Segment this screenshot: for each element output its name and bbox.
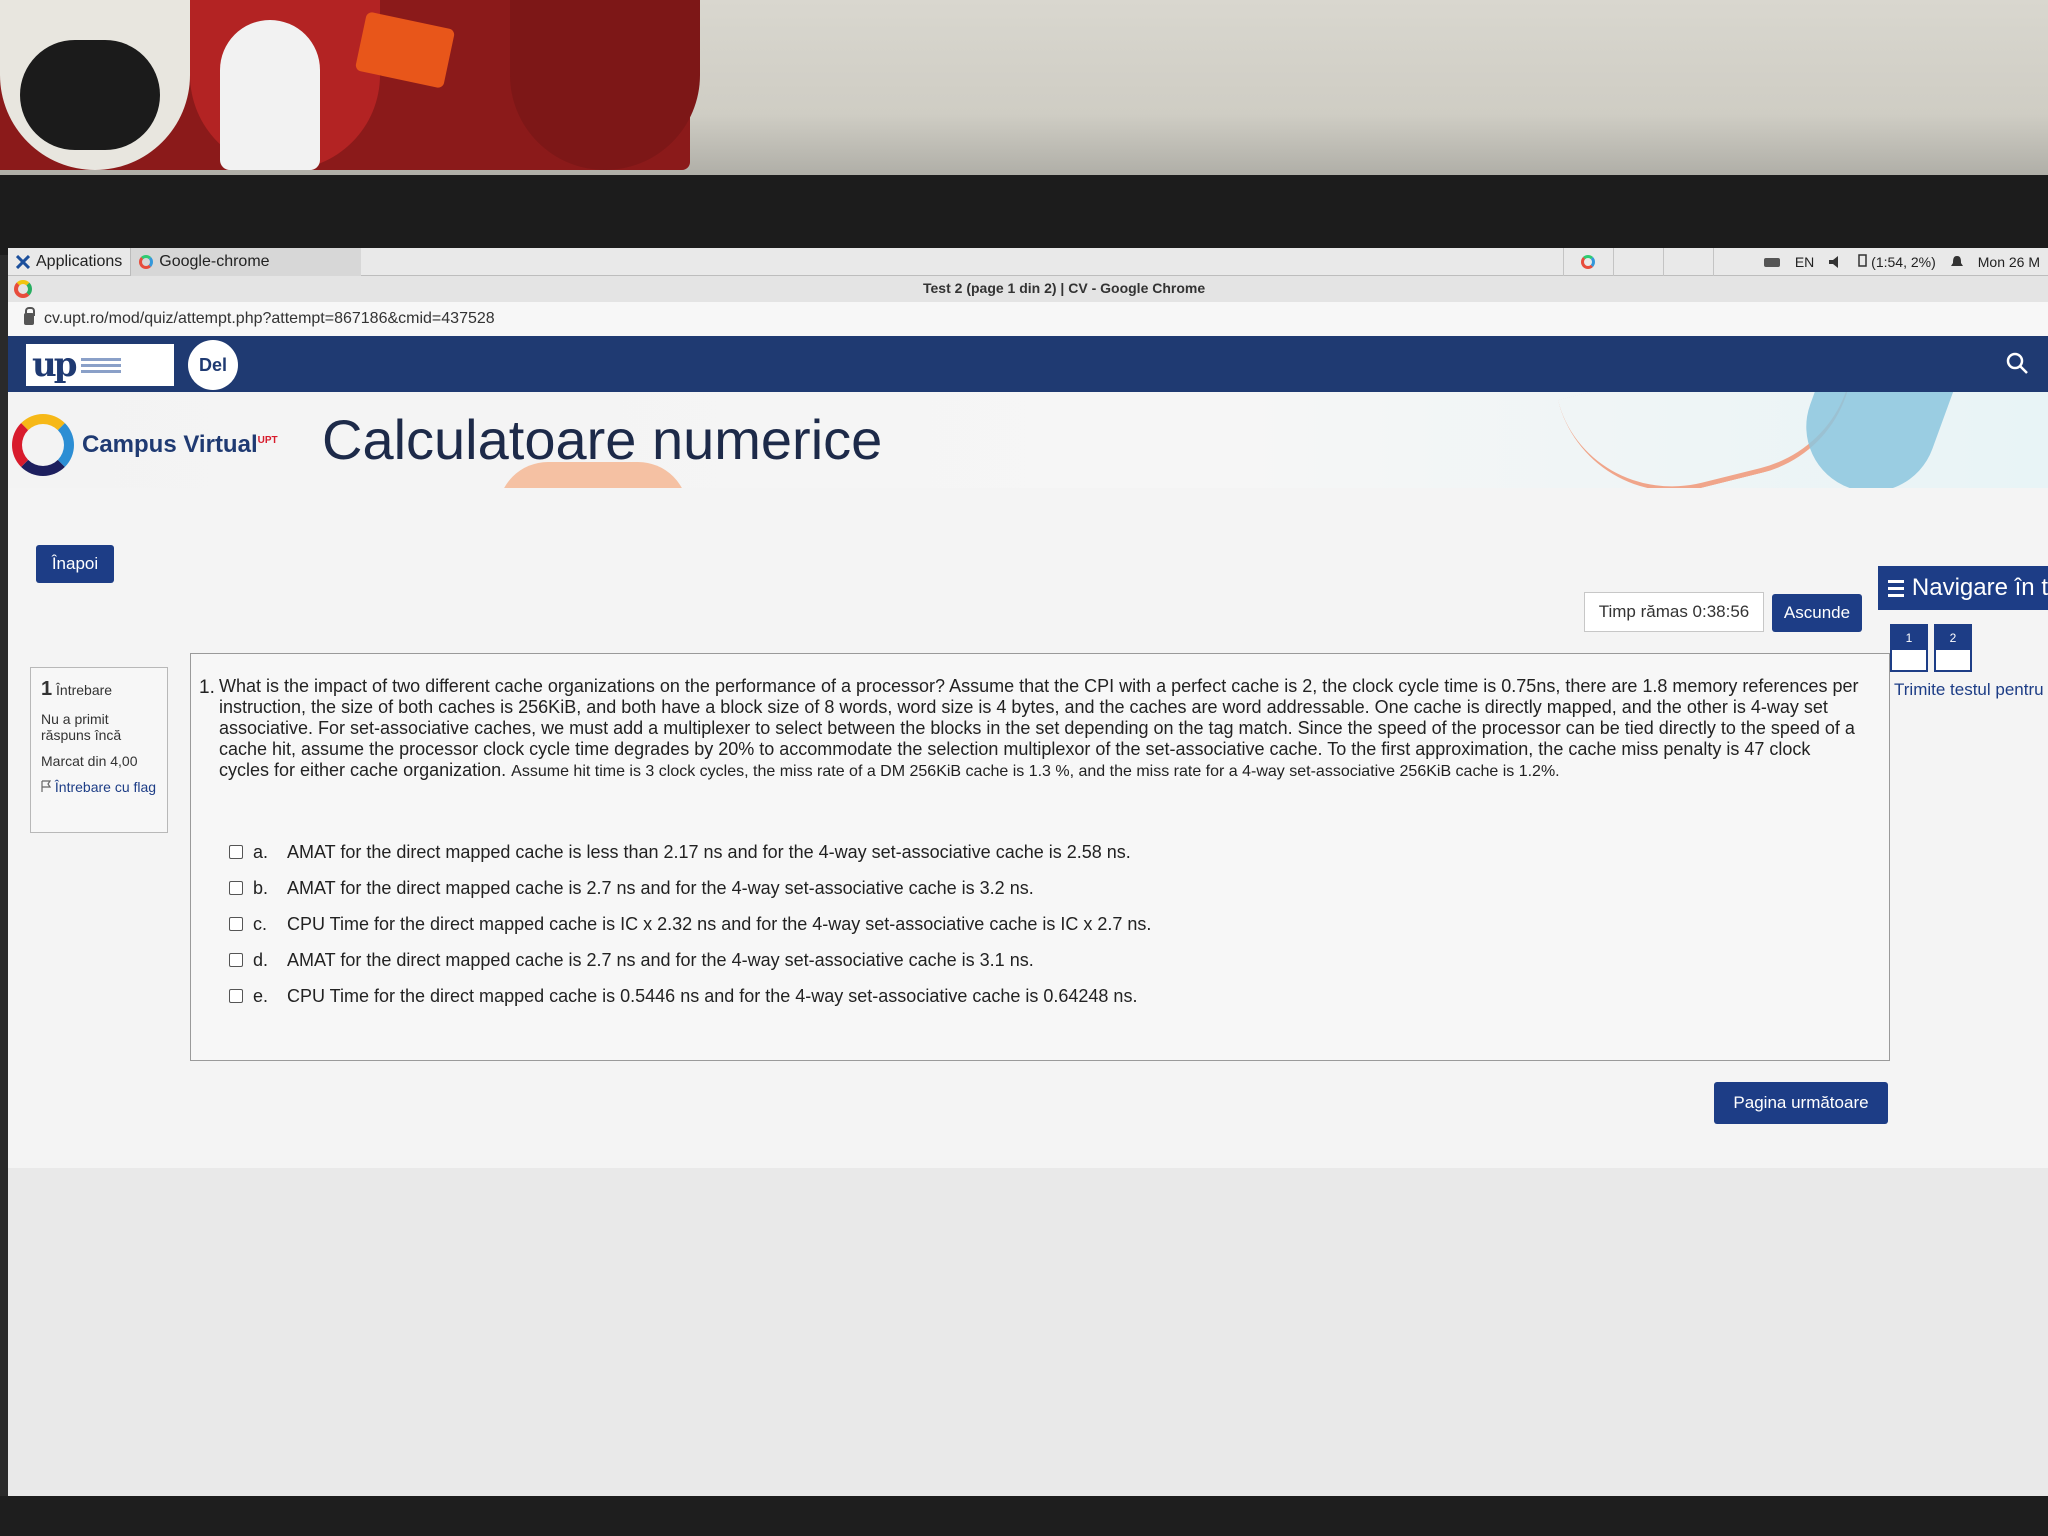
address-bar[interactable]: cv.upt.ro/mod/quiz/attempt.php?attempt=8… <box>8 302 2048 336</box>
answer-options: a. AMAT for the direct mapped cache is le… <box>229 834 1151 1014</box>
socket-dark-red <box>510 0 700 170</box>
answer-option-d[interactable]: d. AMAT for the direct mapped cache is 2.… <box>229 942 1151 978</box>
taskbar-chrome-label: Google-chrome <box>159 252 270 270</box>
campus-virtual-logo[interactable]: Campus VirtualUPT <box>12 414 278 476</box>
answer-checkbox[interactable] <box>229 989 243 1003</box>
question-info-number: 1 <box>41 678 53 700</box>
main-content: Înapoi Timp rămas 0:38:56 Ascunde Naviga… <box>8 488 2048 1516</box>
system-tray: EN (1:54, 2%) Mon 26 M <box>1763 253 2048 270</box>
page-footer-area <box>8 1168 2048 1516</box>
back-button[interactable]: Înapoi <box>36 545 114 583</box>
hide-timer-button[interactable]: Ascunde <box>1772 594 1862 632</box>
clock[interactable]: Mon 26 M <box>1978 254 2040 270</box>
monitor-bottom-bezel <box>0 1496 2048 1536</box>
answer-checkbox[interactable] <box>229 953 243 967</box>
submit-test-link[interactable]: Trimite testul pentru <box>1894 680 2044 700</box>
window-title: Test 2 (page 1 din 2) | CV - Google Chro… <box>923 280 1206 296</box>
campus-virtual-sup: UPT <box>257 435 278 446</box>
xfce-mouse-icon <box>16 254 30 269</box>
question-info-label: Întrebare <box>56 682 113 698</box>
course-banner: Campus VirtualUPT Calculatoare numerice <box>8 392 2048 488</box>
question-marks: Marcat din 4,00 <box>41 753 138 769</box>
applications-label: Applications <box>36 252 123 270</box>
quiz-nav-tile-2[interactable]: 2 <box>1934 624 1972 672</box>
next-page-button[interactable]: Pagina următoare <box>1714 1082 1888 1124</box>
option-text: AMAT for the direct mapped cache is 2.7 … <box>287 949 1034 970</box>
workspace-4[interactable] <box>1712 248 1763 276</box>
answer-option-e[interactable]: e. CPU Time for the direct mapped cache i… <box>229 978 1151 1014</box>
upt-logo-lines <box>80 357 121 373</box>
browser-title-bar: Test 2 (page 1 din 2) | CV - Google Chro… <box>8 276 2048 302</box>
workspace-3[interactable] <box>1662 248 1713 276</box>
question-status: Nu a primit răspuns încă <box>41 711 122 743</box>
campus-virtual-name: Campus Virtual <box>82 431 258 458</box>
black-plug <box>20 40 160 150</box>
answer-checkbox[interactable] <box>229 845 243 859</box>
battery-status[interactable]: (1:54, 2%) <box>1858 253 1936 270</box>
time-remaining: Timp rămas 0:38:56 <box>1584 592 1764 632</box>
option-letter: c. <box>253 913 268 934</box>
del-logo[interactable]: Del <box>188 340 238 390</box>
power-socket-panel <box>0 0 700 170</box>
os-top-panel: Applications Google-chrome EN (1:54, 2%)… <box>8 248 2048 276</box>
answer-checkbox[interactable] <box>229 917 243 931</box>
white-plug <box>220 20 320 170</box>
chrome-task-icon <box>139 254 154 269</box>
volume-icon[interactable] <box>1828 255 1844 269</box>
monitor-screen: Applications Google-chrome EN (1:54, 2%)… <box>8 248 2048 1516</box>
quiz-navigation-header: Navigare în t <box>1878 566 2048 610</box>
battery-icon <box>1858 254 1868 267</box>
answer-option-c[interactable]: c. CPU Time for the direct mapped cache i… <box>229 906 1151 942</box>
applications-menu[interactable]: Applications <box>8 248 132 276</box>
quiz-nav-tile-1[interactable]: 1 <box>1890 624 1928 672</box>
question-info-box: 1 Întrebare Nu a primit răspuns încă Mar… <box>30 667 168 833</box>
quiz-nav-tile-number: 2 <box>1936 626 1970 650</box>
answer-option-a[interactable]: a. AMAT for the direct mapped cache is le… <box>229 834 1151 870</box>
banner-decoration <box>1787 392 1959 488</box>
answer-option-b[interactable]: b. AMAT for the direct mapped cache is 2.… <box>229 870 1151 906</box>
option-letter: b. <box>253 877 269 898</box>
workspace-1[interactable] <box>1562 248 1613 276</box>
monitor-bezel <box>0 175 2048 255</box>
question-text: What is the impact of two different cach… <box>219 676 1859 782</box>
url-text[interactable]: cv.upt.ro/mod/quiz/attempt.php?attempt=8… <box>44 310 495 328</box>
option-letter: a. <box>253 841 269 862</box>
notification-bell-icon[interactable] <box>1950 255 1964 269</box>
option-text: CPU Time for the direct mapped cache is … <box>287 985 1138 1006</box>
chrome-logo-icon <box>14 280 32 298</box>
option-letter: e. <box>253 985 269 1006</box>
quiz-nav-tile-number: 1 <box>1892 626 1926 650</box>
campus-virtual-ring-icon <box>12 414 74 476</box>
hamburger-icon[interactable] <box>1888 579 1904 597</box>
option-letter: d. <box>253 949 269 970</box>
upt-logo[interactable]: up <box>26 344 174 386</box>
flag-icon <box>41 780 52 792</box>
keyboard-layout[interactable]: EN <box>1795 254 1814 270</box>
battery-text: (1:54, 2%) <box>1871 254 1936 270</box>
site-navbar: up Del <box>8 336 2048 392</box>
network-icon[interactable] <box>1763 255 1781 269</box>
taskbar-chrome-button[interactable]: Google-chrome <box>131 248 362 276</box>
workspace-app-icon <box>1581 254 1596 269</box>
question-text-extra: Assume hit time is 3 clock cycles, the m… <box>511 763 1560 780</box>
flag-question-link[interactable]: Întrebare cu flag <box>41 779 157 795</box>
course-title: Calculatoare numerice <box>322 408 883 471</box>
option-text: CPU Time for the direct mapped cache is … <box>287 913 1152 934</box>
question-box: 1. What is the impact of two different c… <box>190 653 1890 1061</box>
quiz-navigation-title: Navigare în t <box>1911 574 2048 601</box>
flag-question-label: Întrebare cu flag <box>54 779 157 795</box>
search-icon[interactable] <box>2006 352 2028 374</box>
option-text: AMAT for the direct mapped cache is 2.7 … <box>287 877 1034 898</box>
upt-logo-mark: up <box>32 345 77 385</box>
lock-icon <box>24 307 35 325</box>
workspace-2[interactable] <box>1612 248 1663 276</box>
question-number: 1. <box>199 677 215 698</box>
answer-checkbox[interactable] <box>229 881 243 895</box>
option-text: AMAT for the direct mapped cache is less… <box>287 841 1131 862</box>
